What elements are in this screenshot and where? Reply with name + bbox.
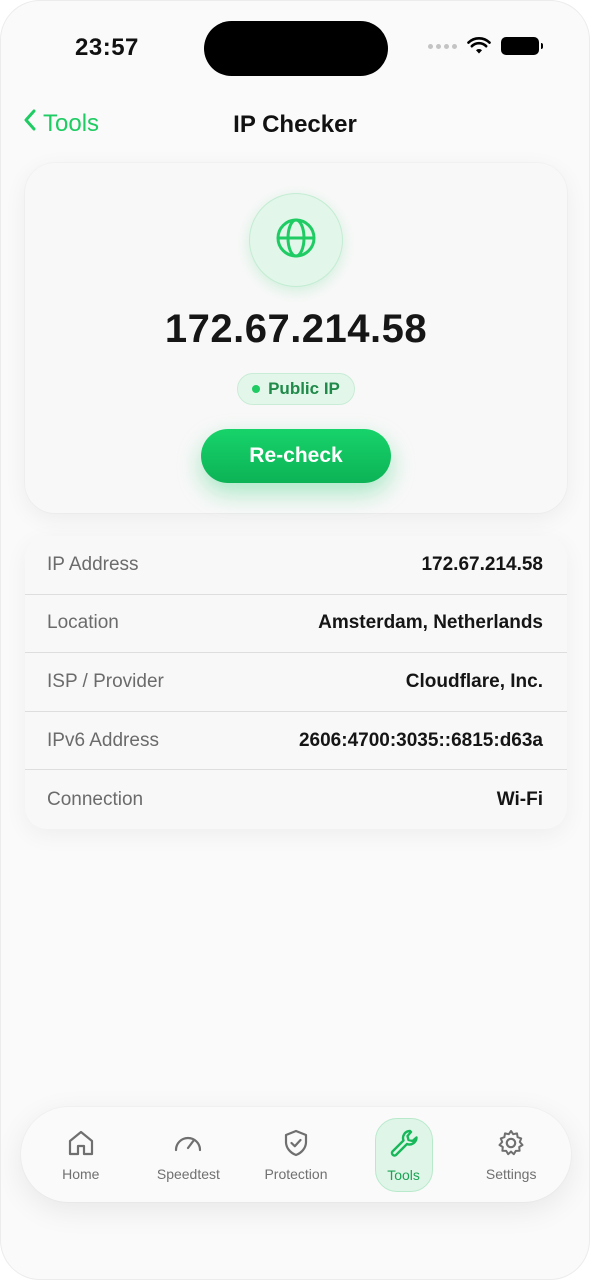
public-ip-address: 172.67.214.58 [164,307,428,351]
home-icon [66,1128,96,1158]
shield-check-icon [281,1128,311,1158]
info-label: Connection [47,788,144,810]
info-value: Amsterdam, Netherlands [318,612,543,634]
page-title: IP Checker [233,111,357,138]
info-row-ip-address: IP Address 172.67.214.58 [25,536,567,595]
globe-badge [249,193,343,287]
speedometer-icon [172,1128,204,1158]
ip-summary-card: 172.67.214.58 Public IP Re-check [25,163,567,513]
info-label: ISP / Provider [47,670,164,692]
tab-label: Speedtest [156,1165,220,1182]
tab-tools[interactable]: Tools [354,1115,454,1195]
tab-label: Home [62,1165,100,1182]
status-indicators [428,37,543,55]
info-value: 172.67.214.58 [421,553,543,575]
status-dot-icon [252,385,261,393]
wifi-icon [467,37,491,55]
public-ip-badge: Public IP [237,373,355,405]
tab-label: Settings [485,1165,537,1182]
info-label: Location [47,612,119,634]
dynamic-island [204,21,388,76]
active-tab-pill: Tools [374,1117,433,1192]
tab-label: Tools [387,1166,420,1183]
info-value: Cloudflare, Inc. [405,670,543,692]
globe-icon [274,216,318,265]
public-ip-badge-label: Public IP [268,379,340,398]
status-bar: 23:57 [1,1,589,97]
tab-settings[interactable]: Settings [461,1115,561,1195]
info-value: 2606:4700:3035::6815:d63a [298,729,543,751]
screen: 23:57 Tools IP Checker 172.67.214.58 Pub… [0,0,590,1280]
info-row-connection: Connection Wi-Fi [25,770,567,829]
ip-details-card: IP Address 172.67.214.58 Location Amster… [25,536,567,829]
info-label: IPv6 Address [47,729,159,751]
navigation-bar: Tools IP Checker [1,105,589,147]
recheck-button[interactable]: Re-check [201,429,391,483]
tab-bar: Home Speedtest Protection Tools Settings [21,1107,571,1202]
tab-label: Protection [264,1165,328,1182]
status-time: 23:57 [75,34,139,61]
wrench-icon [388,1127,420,1159]
gear-icon [496,1128,526,1158]
info-row-isp: ISP / Provider Cloudflare, Inc. [25,653,567,712]
info-row-location: Location Amsterdam, Netherlands [25,595,567,654]
cellular-signal-icon [428,43,457,49]
info-value: Wi-Fi [496,788,543,810]
tab-protection[interactable]: Protection [246,1115,346,1195]
info-row-ipv6: IPv6 Address 2606:4700:3035::6815:d63a [25,712,567,771]
info-label: IP Address [47,553,139,575]
battery-icon [501,37,543,55]
tab-home[interactable]: Home [31,1115,131,1195]
tab-speedtest[interactable]: Speedtest [138,1115,238,1195]
